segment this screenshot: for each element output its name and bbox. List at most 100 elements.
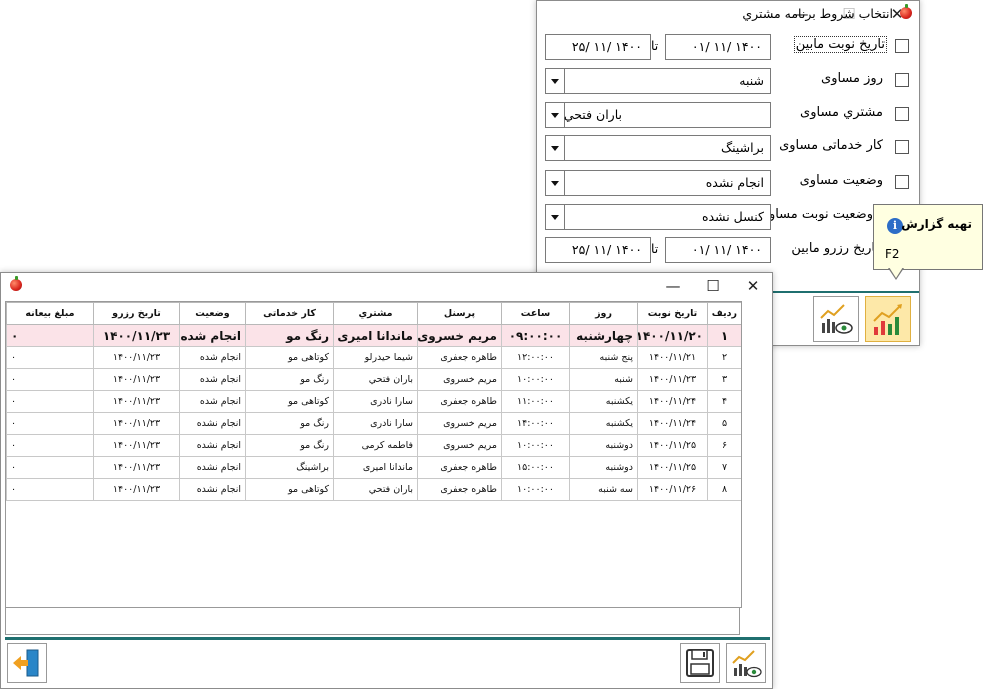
- col-reservation-date[interactable]: تاريخ رزرو: [93, 302, 180, 325]
- appointment-status-combo[interactable]: کنسل نشده: [545, 204, 771, 230]
- col-appointment-date[interactable]: تاريخ نوبت: [637, 302, 708, 325]
- col-day[interactable]: روز: [569, 302, 638, 325]
- cell-deposit: ۰: [6, 390, 94, 413]
- cell-day: دوشنبه: [569, 434, 638, 457]
- label-status: وضعيت مساوی: [799, 173, 883, 188]
- chevron-down-icon[interactable]: [546, 136, 565, 160]
- col-row[interactable]: رديف: [707, 302, 741, 325]
- cell-customer: ماندانا اميری: [333, 324, 418, 347]
- cell-deposit: ۰: [6, 412, 94, 435]
- cell-deposit: ۰: [6, 478, 94, 501]
- cell-status: انجام شده: [179, 346, 246, 369]
- cell-day: پنج شنبه: [569, 346, 638, 369]
- close-button[interactable]: ✕: [733, 273, 773, 299]
- cell-reservation-date: ۱۴۰۰/۱۱/۲۳: [93, 478, 180, 501]
- label-service: کار خدماتی مساوی: [779, 138, 883, 153]
- cell-row: ۲: [707, 346, 741, 369]
- service-combo[interactable]: براشينگ: [545, 135, 771, 161]
- checkbox-customer[interactable]: [895, 107, 909, 121]
- table-row[interactable]: ۲ ۱۴۰۰/۱۱/۲۱ پنج شنبه ۱۲:۰۰:۰۰ طاهره جعف…: [6, 346, 741, 369]
- label-customer: مشتري مساوی: [800, 105, 883, 120]
- label-appointment-date: تاريخ نوبت مابين: [793, 36, 887, 53]
- cell-time: ۱۲:۰۰:۰۰: [501, 346, 570, 369]
- cell-time: ۱۵:۰۰:۰۰: [501, 456, 570, 479]
- cell-staff: طاهره جعفری: [417, 456, 502, 479]
- cell-status: انجام نشده: [179, 412, 246, 435]
- label-to: تا: [651, 241, 659, 256]
- label-reservation-date: تاريخ رزرو مابين: [791, 241, 879, 256]
- col-staff[interactable]: پرسنل: [417, 302, 502, 325]
- bar-chart-icon: [873, 304, 902, 335]
- cell-staff: طاهره جعفری: [417, 346, 502, 369]
- appointment-date-from[interactable]: ۱۴۰۰ /۱۱ /۰۱: [665, 34, 771, 60]
- cell-status: انجام نشده: [179, 478, 246, 501]
- table-row[interactable]: ۶ ۱۴۰۰/۱۱/۲۵ دوشنبه ۱۰:۰۰:۰۰ مريم خسروی …: [6, 434, 741, 457]
- cell-row: ۱: [707, 324, 741, 347]
- cell-row: ۶: [707, 434, 741, 457]
- col-service[interactable]: کار خدماتی: [245, 302, 334, 325]
- save-button[interactable]: [680, 643, 720, 683]
- minimize-button[interactable]: —: [653, 273, 693, 299]
- appointment-date-to[interactable]: ۱۴۰۰ /۱۱ /۲۵: [545, 34, 651, 60]
- cell-reservation-date: ۱۴۰۰/۱۱/۲۳: [93, 368, 180, 391]
- cell-reservation-date: ۱۴۰۰/۱۱/۲۳: [93, 390, 180, 413]
- cell-day: دوشنبه: [569, 456, 638, 479]
- cell-staff: مريم خسروی: [417, 412, 502, 435]
- cell-service: کوتاهی مو: [245, 478, 334, 501]
- col-customer[interactable]: مشتري: [333, 302, 418, 325]
- chevron-down-icon[interactable]: [546, 103, 565, 127]
- cell-appointment-date: ۱۴۰۰/۱۱/۲۶: [637, 478, 708, 501]
- exit-button[interactable]: [7, 643, 47, 683]
- table-row[interactable]: ۳ ۱۴۰۰/۱۱/۲۳ شنبه ۱۰:۰۰:۰۰ مريم خسروی با…: [6, 368, 741, 391]
- app-icon: [900, 4, 912, 19]
- table-row[interactable]: ۷ ۱۴۰۰/۱۱/۲۵ دوشنبه ۱۵:۰۰:۰۰ طاهره جعفری…: [6, 456, 741, 479]
- cell-customer: سارا نادری: [333, 390, 418, 413]
- maximize-button[interactable]: ☐: [693, 273, 733, 299]
- chart-preview-button[interactable]: [726, 643, 766, 683]
- label-to: تا: [651, 38, 659, 53]
- cell-service: کوتاهی مو: [245, 346, 334, 369]
- col-deposit[interactable]: مبلغ بيعانه: [6, 302, 94, 325]
- cell-day: چهارشنبه: [569, 324, 638, 347]
- table-row[interactable]: ۱ ۱۴۰۰/۱۱/۲۰ چهارشنبه ۰۹:۰۰:۰۰ مريم خسرو…: [6, 324, 741, 347]
- chevron-down-icon[interactable]: [546, 205, 565, 229]
- cell-service: رنگ مو: [245, 412, 334, 435]
- cell-appointment-date: ۱۴۰۰/۱۱/۲۳: [637, 368, 708, 391]
- preview-report-button[interactable]: [813, 296, 859, 342]
- cell-service: کوتاهی مو: [245, 390, 334, 413]
- cell-staff: طاهره جعفری: [417, 478, 502, 501]
- exit-door-icon: [13, 649, 39, 677]
- table-header: رديف تاريخ نوبت روز ساعت پرسنل مشتري کار…: [6, 302, 741, 325]
- cell-reservation-date: ۱۴۰۰/۱۱/۲۳: [93, 456, 180, 479]
- col-time[interactable]: ساعت: [501, 302, 570, 325]
- cell-row: ۷: [707, 456, 741, 479]
- report-button[interactable]: [865, 296, 911, 342]
- app-icon: [10, 276, 22, 291]
- cell-staff: مريم خسروی: [417, 324, 502, 347]
- table-row[interactable]: ۸ ۱۴۰۰/۱۱/۲۶ سه شنبه ۱۰:۰۰:۰۰ طاهره جعفر…: [6, 478, 741, 501]
- cell-service: رنگ مو: [245, 368, 334, 391]
- reservation-date-from[interactable]: ۱۴۰۰ /۱۱ /۰۱: [665, 237, 771, 263]
- report-grid[interactable]: رديف تاريخ نوبت روز ساعت پرسنل مشتري کار…: [5, 301, 742, 608]
- customer-combo[interactable]: باران فتحي: [545, 102, 771, 128]
- checkbox-status[interactable]: [895, 175, 909, 189]
- table-row[interactable]: ۵ ۱۴۰۰/۱۱/۲۴ يکشنبه ۱۴:۰۰:۰۰ مريم خسروی …: [6, 412, 741, 435]
- cell-appointment-date: ۱۴۰۰/۱۱/۲۰: [637, 324, 708, 347]
- cell-time: ۱۱:۰۰:۰۰: [501, 390, 570, 413]
- cell-day: يکشنبه: [569, 412, 638, 435]
- checkbox-service[interactable]: [895, 140, 909, 154]
- day-combo[interactable]: شنبه: [545, 68, 771, 94]
- checkbox-day[interactable]: [895, 73, 909, 87]
- cell-service: رنگ مو: [245, 434, 334, 457]
- chevron-down-icon[interactable]: [546, 69, 565, 93]
- status-combo[interactable]: انجام نشده: [545, 170, 771, 196]
- reservation-date-to[interactable]: ۱۴۰۰ /۱۱ /۲۵: [545, 237, 651, 263]
- chevron-down-icon[interactable]: [546, 171, 565, 195]
- tooltip: i تهيه گزارش F2: [873, 204, 983, 280]
- cell-customer: باران فتحي: [333, 478, 418, 501]
- cell-row: ۸: [707, 478, 741, 501]
- table-row[interactable]: ۴ ۱۴۰۰/۱۱/۲۴ يکشنبه ۱۱:۰۰:۰۰ طاهره جعفری…: [6, 390, 741, 413]
- col-status[interactable]: وضعيت: [179, 302, 246, 325]
- chart-eye-icon: [732, 650, 762, 678]
- checkbox-appointment-date[interactable]: [895, 39, 909, 53]
